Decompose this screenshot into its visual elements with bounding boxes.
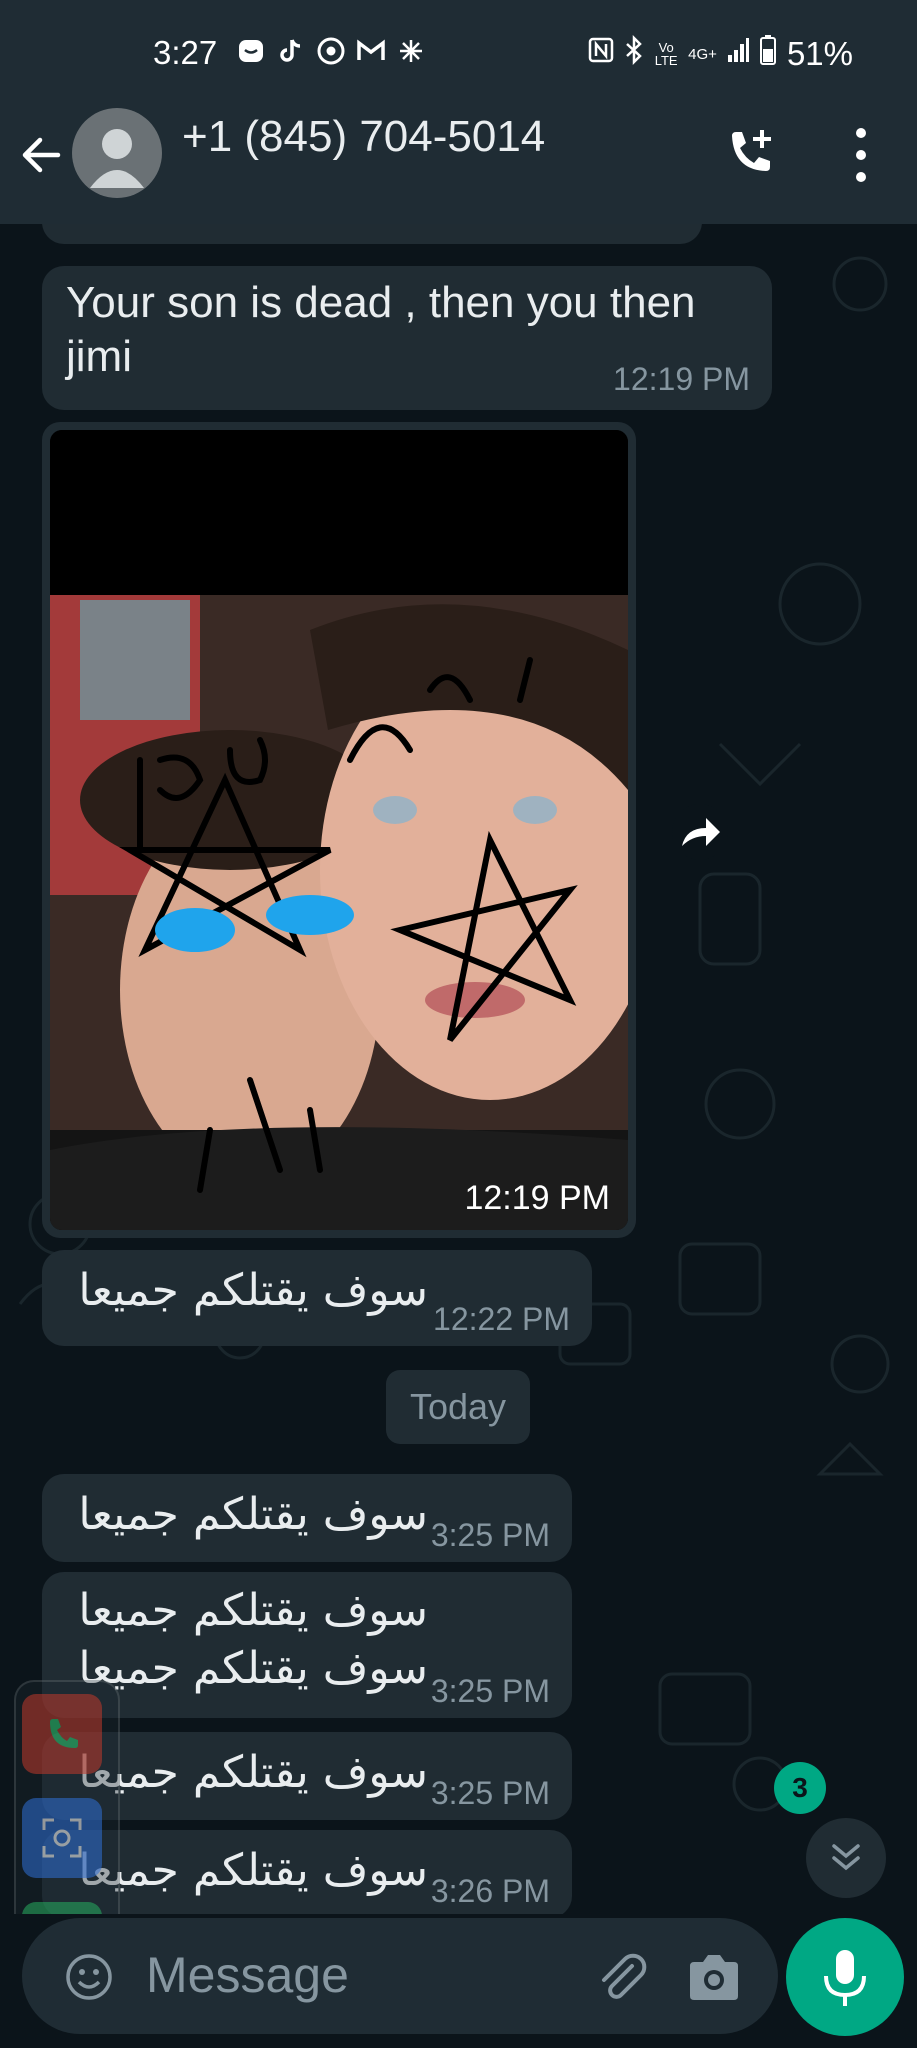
add-call-icon[interactable]: [722, 124, 782, 184]
bluetooth-icon: [624, 34, 644, 73]
message-bubble[interactable]: سوف يقتلكم جميعا سوف يقتلكم جميعا 3:25 P…: [42, 1572, 572, 1718]
phone-shortcut-icon[interactable]: [22, 1694, 102, 1774]
message-bubble[interactable]: سوف يقتلكم جميعا 3:25 PM: [42, 1732, 572, 1820]
more-vert-icon[interactable]: [846, 128, 876, 182]
avatar-icon[interactable]: [72, 108, 162, 198]
message-time: 3:25 PM: [430, 1775, 550, 1811]
signal-icon: [727, 37, 749, 71]
back-arrow-icon[interactable]: [16, 130, 66, 180]
status-time: 3:27: [153, 34, 218, 71]
message-text: سوف يقتلكم جميعا: [78, 1265, 428, 1316]
forward-icon[interactable]: [672, 804, 728, 860]
message-time: 3:25 PM: [430, 1673, 550, 1709]
message-placeholder: Message: [146, 1947, 349, 2003]
system-icons: Vo LTE 4G+ 51%: [588, 34, 853, 74]
message-bubble[interactable]: سوف يقتلكم جميعا 3:25 PM: [42, 1474, 572, 1562]
unread-count-badge: 3: [774, 1762, 826, 1814]
message-composer: Message: [0, 1914, 917, 2048]
message-time: 12:22 PM: [433, 1301, 570, 1337]
chat-area[interactable]: Your son is dead , then you then jimi 12…: [0, 224, 917, 1914]
message-input[interactable]: Message: [22, 1918, 778, 2034]
tiktok-icon: [276, 36, 306, 66]
message-bubble[interactable]: Your son is dead , then you then jimi 12…: [42, 266, 772, 410]
date-divider: Today: [386, 1370, 530, 1444]
message-text: سوف يقتلكم جميعا: [78, 1643, 428, 1694]
photo-content: [50, 430, 628, 1230]
volte-icon: Vo LTE: [654, 40, 678, 68]
gmail-icon: [356, 36, 386, 66]
message-bubble[interactable]: سوف يقتلكم جميعا 12:22 PM: [42, 1250, 592, 1346]
notification-icons: [236, 36, 426, 66]
message-bubble[interactable]: سوف يقتلكم جميعا 3:26 PM: [42, 1830, 572, 1914]
emoji-icon[interactable]: [64, 1952, 114, 2002]
battery-percent: 51%: [786, 35, 853, 72]
image-message[interactable]: 12:19 PM: [42, 422, 636, 1238]
chat-header: +1 (845) 704-5014: [0, 100, 917, 224]
attach-icon[interactable]: [592, 1948, 652, 2008]
scroll-to-bottom-icon[interactable]: [806, 1818, 886, 1898]
message-text: سوف يقتلكم جميعا: [78, 1747, 428, 1798]
photo[interactable]: 12:19 PM: [50, 430, 628, 1230]
nfc-icon: [588, 37, 614, 71]
network-type: 4G+: [688, 45, 717, 63]
message-text: سوف يقتلكم جميعا: [78, 1489, 428, 1540]
floating-shortcut-panel[interactable]: [14, 1680, 120, 1940]
screenshot-shortcut-icon[interactable]: [22, 1798, 102, 1878]
status-bar: 3:27 Vo LTE 4G+ 51%: [0, 0, 917, 100]
chrome-icon: [316, 36, 346, 66]
asterisk-icon: [396, 36, 426, 66]
messenger-icon: [236, 36, 266, 66]
message-text: سوف يقتلكم جميعا: [78, 1585, 428, 1636]
camera-icon[interactable]: [684, 1950, 744, 2006]
battery-icon: [759, 34, 777, 74]
image-time: 12:19 PM: [464, 1179, 610, 1217]
mic-icon[interactable]: [786, 1918, 904, 2036]
message-text: سوف يقتلكم جميعا: [78, 1845, 428, 1896]
message-time: 12:19 PM: [613, 361, 750, 397]
message-time: 3:26 PM: [430, 1873, 550, 1909]
message-time: 3:25 PM: [430, 1517, 550, 1553]
previous-media-bubble[interactable]: [42, 224, 702, 244]
contact-name[interactable]: +1 (845) 704-5014: [182, 112, 545, 162]
